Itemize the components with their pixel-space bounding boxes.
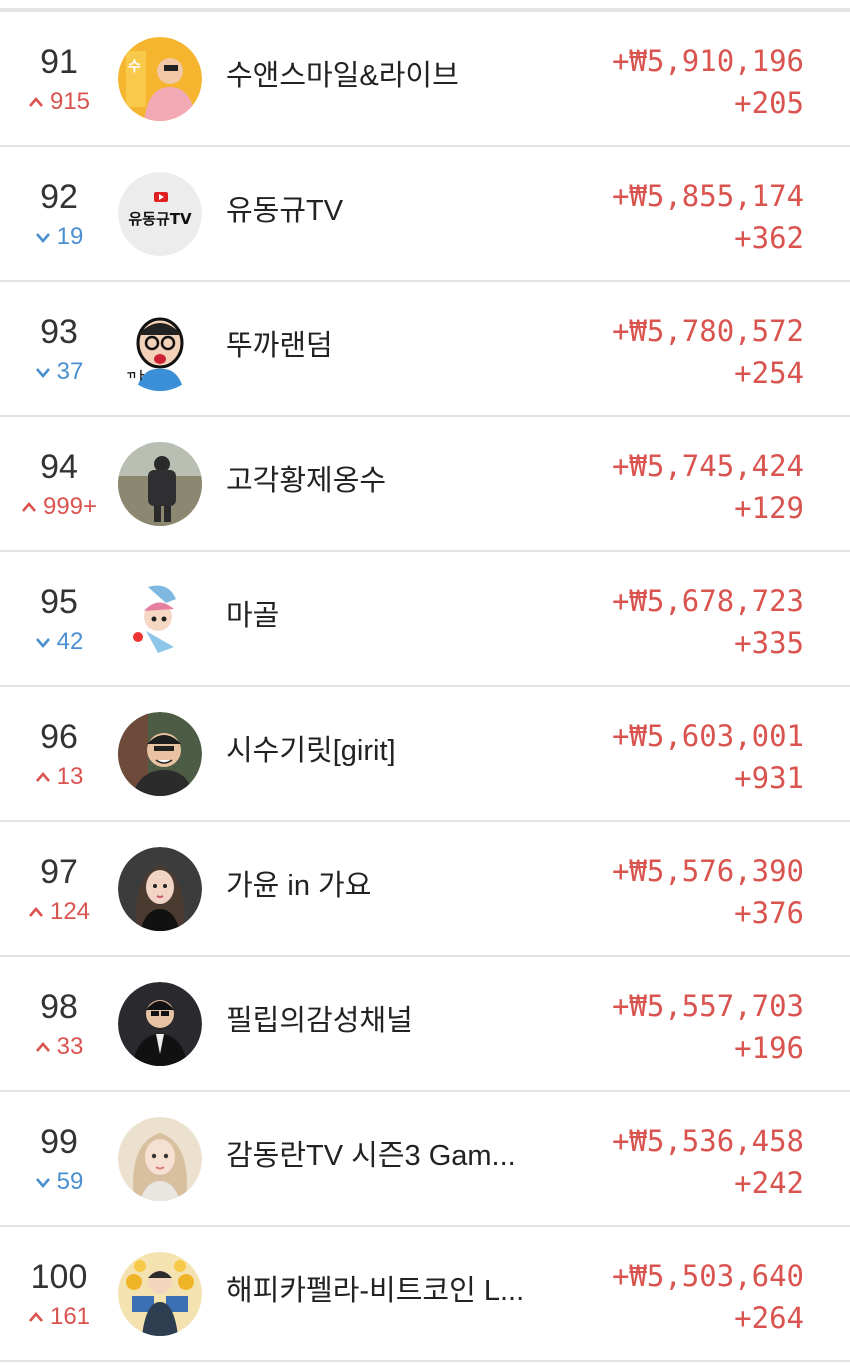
chevron-up-icon	[28, 1312, 43, 1322]
donation-amount: +₩5,780,572	[611, 314, 804, 348]
svg-text:수: 수	[128, 59, 141, 75]
list-item[interactable]: 91 915 수 수앤스마일&라이브 +₩5,910,196 +205	[0, 12, 850, 147]
count-delta: +196	[734, 1031, 804, 1065]
ranking-list: 91 915 수 수앤스마일&라이브 +₩5,910,196 +205 92 1…	[0, 12, 850, 1362]
rank-number: 95	[40, 583, 78, 621]
channel-name[interactable]: 마골	[226, 596, 526, 636]
avatar-text: 유동규TV	[128, 210, 192, 228]
rank-change-value: 42	[56, 628, 84, 655]
donation-amount: +₩5,678,723	[611, 584, 804, 618]
avatar[interactable]	[118, 442, 202, 526]
list-item[interactable]: 99 59 감동란TV 시즌3 Gam... +₩5,536,458 +242	[0, 1092, 850, 1227]
avatar[interactable]	[118, 982, 202, 1066]
count-delta: +376	[734, 896, 804, 930]
rank-number: 99	[40, 1123, 78, 1161]
channel-name[interactable]: 시수기릿[girit]	[226, 731, 526, 771]
list-item[interactable]: 98 33 필립의감성채널 +₩5,557,703 +196	[0, 957, 850, 1092]
donation-amount: +₩5,536,458	[611, 1124, 804, 1158]
list-item[interactable]: 96 13 시수기릿[girit] +₩5,603,001 +931	[0, 687, 850, 822]
channel-name[interactable]: 해피카펠라-비트코인 L...	[226, 1271, 526, 1311]
avatar[interactable]	[118, 712, 202, 796]
rank-number: 98	[40, 988, 78, 1026]
chevron-up-icon	[21, 502, 36, 512]
rank-change-value: 161	[49, 1303, 91, 1330]
rank-change-value: 59	[56, 1168, 84, 1195]
rank-number: 93	[40, 313, 78, 351]
channel-name[interactable]: 감동란TV 시즌3 Gam...	[226, 1136, 526, 1176]
rank-number: 94	[40, 448, 78, 486]
count-delta: +129	[734, 491, 804, 525]
rank-number: 100	[30, 1258, 88, 1296]
avatar[interactable]	[118, 1252, 202, 1336]
donation-amount: +₩5,910,196	[611, 44, 804, 78]
avatar[interactable]: 유동규TV	[118, 172, 202, 256]
rank-change: 999+	[0, 493, 118, 521]
donation-amount: +₩5,576,390	[611, 854, 804, 888]
rank-change-value: 124	[49, 898, 91, 925]
rank-change-value: 19	[56, 223, 84, 250]
count-delta: +254	[734, 356, 804, 390]
chevron-up-icon	[28, 907, 43, 917]
count-delta: +242	[734, 1166, 804, 1200]
count-delta: +264	[734, 1301, 804, 1335]
list-item[interactable]: 92 19 유동규TV 유동규TV +₩5,855,174 +362	[0, 147, 850, 282]
donation-amount: +₩5,855,174	[611, 179, 804, 213]
channel-name[interactable]: 유동규TV	[226, 191, 526, 231]
list-item[interactable]: 94 999+ 고각황제옹수 +₩5,745,424 +129	[0, 417, 850, 552]
donation-amount: +₩5,503,640	[611, 1259, 804, 1293]
chevron-up-icon	[35, 772, 50, 782]
chevron-down-icon	[35, 233, 50, 243]
channel-name[interactable]: 고각황제옹수	[226, 461, 526, 501]
rank-number: 96	[40, 718, 78, 756]
rank-change-value: 13	[56, 763, 84, 790]
chevron-down-icon	[35, 368, 50, 378]
donation-amount: +₩5,557,703	[611, 989, 804, 1023]
donation-amount: +₩5,603,001	[611, 719, 804, 753]
avatar[interactable]	[118, 1117, 202, 1201]
avatar[interactable]: ㄲㅏ	[118, 307, 202, 391]
channel-name[interactable]: 뚜까랜덤	[226, 326, 526, 366]
rank-change: 915	[0, 88, 118, 116]
rank-number: 97	[40, 853, 78, 891]
list-item[interactable]: 95 42 마골 +₩5,678,723 +335	[0, 552, 850, 687]
rank-change: 124	[0, 898, 118, 926]
list-item[interactable]: 100 161 해피카펠라-비트코인 L... +₩5,503,640 +264	[0, 1227, 850, 1362]
chevron-up-icon	[35, 1042, 50, 1052]
rank-change: 13	[0, 763, 118, 791]
channel-name[interactable]: 가윤 in 가요	[226, 866, 526, 906]
rank-change: 161	[0, 1303, 118, 1331]
svg-text:ㄲㅏ: ㄲㅏ	[126, 369, 146, 382]
rank-change-value: 37	[56, 358, 84, 385]
rank-change: 37	[0, 358, 118, 386]
rank-change-value: 915	[49, 88, 91, 115]
rank-change-value: 999+	[42, 493, 98, 520]
rank-change: 33	[0, 1033, 118, 1061]
channel-name[interactable]: 수앤스마일&라이브	[226, 56, 526, 96]
rank-change: 59	[0, 1168, 118, 1196]
chevron-down-icon	[35, 1178, 50, 1188]
chevron-up-icon	[28, 97, 43, 107]
rank-number: 92	[40, 178, 78, 216]
count-delta: +931	[734, 761, 804, 795]
chevron-down-icon	[35, 638, 50, 648]
avatar[interactable]	[118, 577, 202, 661]
avatar[interactable]: 수	[118, 37, 202, 121]
count-delta: +335	[734, 626, 804, 660]
rank-change-value: 33	[56, 1033, 84, 1060]
rank-change: 19	[0, 223, 118, 251]
count-delta: +205	[734, 86, 804, 120]
channel-name[interactable]: 필립의감성채널	[226, 1001, 526, 1041]
rank-number: 91	[40, 43, 78, 81]
list-item[interactable]: 97 124 가윤 in 가요 +₩5,576,390 +376	[0, 822, 850, 957]
rank-change: 42	[0, 628, 118, 656]
list-item[interactable]: 93 37 ㄲㅏ 뚜까랜덤 +₩5,780,572 +254	[0, 282, 850, 417]
count-delta: +362	[734, 221, 804, 255]
donation-amount: +₩5,745,424	[611, 449, 804, 483]
avatar[interactable]	[118, 847, 202, 931]
